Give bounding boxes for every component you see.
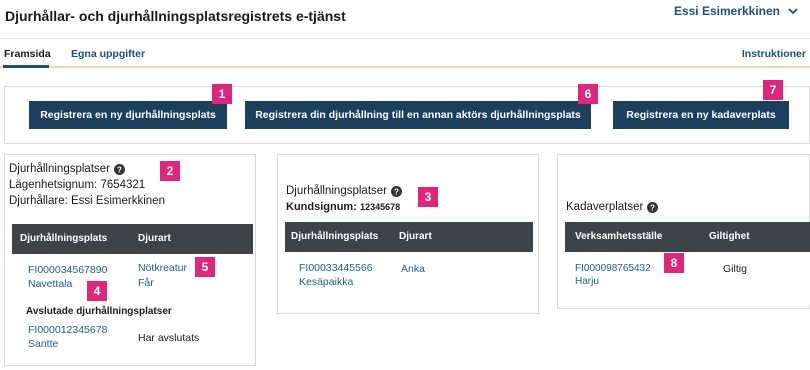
tab-framsida[interactable]: Framsida	[4, 48, 51, 60]
customer-id-label: Kundsignum:	[286, 201, 357, 213]
farm-id-line: Lägenhetsignum: 7654321	[9, 179, 145, 191]
card-carcass-title: Kadaverplatser ?	[566, 201, 659, 213]
farm-id-value: 7654321	[100, 179, 146, 191]
species-link[interactable]: Anka	[401, 263, 425, 275]
card-customer-places: Djurhållningsplatser ? Kundsignum: 12345…	[277, 154, 539, 314]
customer-id-line: Kundsignum: 12345678	[286, 201, 400, 213]
card-customer-title-text: Djurhållningsplatser	[286, 185, 387, 197]
help-icon[interactable]: ?	[647, 201, 659, 213]
keeper-label: Djurhållare:	[9, 195, 68, 207]
column-header: Djurart	[399, 231, 432, 242]
annotation-badge: 6	[578, 84, 598, 104]
help-icon[interactable]: ?	[391, 185, 402, 197]
annotation-badge: 8	[664, 253, 684, 273]
help-icon[interactable]: ?	[114, 163, 125, 175]
keeper-line: Djurhållare: Essi Esimerkkinen	[9, 195, 165, 207]
annotation-badge: 4	[87, 281, 107, 301]
app-title: Djurhållar- och djurhållningsplatsregist…	[5, 8, 346, 24]
top-bar: Djurhållar- och djurhållningsplatsregist…	[0, 0, 810, 38]
table-header: Verksamhetsställe Giltighet	[565, 222, 810, 252]
card-own-title: Djurhållningsplatser ?	[9, 163, 125, 175]
card-carcass-title-text: Kadaverplatser	[566, 201, 644, 213]
annotation-badge: 3	[418, 187, 438, 207]
place-name-link[interactable]: Kesäpaikka	[299, 276, 353, 288]
ended-place-name-link[interactable]: Santte	[28, 338, 58, 350]
register-carcass-place-button[interactable]: Registrera en ny kadaverplats	[613, 101, 789, 129]
annotation-badge: 1	[212, 84, 232, 104]
instructions-link[interactable]: Instruktioner	[742, 48, 806, 60]
column-header: Djurhållningsplats	[291, 231, 379, 242]
column-header: Giltighet	[709, 231, 750, 242]
active-tab-indicator	[3, 65, 49, 68]
column-header: Djurhållningsplats	[20, 233, 108, 244]
column-header: Djurart	[138, 233, 171, 244]
ended-place-id-link[interactable]: FI000012345678	[28, 324, 107, 336]
chevron-down-icon[interactable]	[786, 4, 800, 18]
keeper-value: Essi Esimerkkinen	[71, 195, 165, 207]
species-link[interactable]: Får	[138, 277, 154, 289]
annotation-badge: 5	[195, 257, 215, 277]
validity-value: Giltig	[723, 263, 747, 275]
card-own-title-text: Djurhållningsplatser	[9, 163, 110, 175]
customer-id-value: 12345678	[360, 202, 401, 212]
carcass-name-link[interactable]: Harju	[575, 276, 599, 287]
register-place-button[interactable]: Registrera en ny djurhållningsplats	[29, 101, 227, 129]
card-own-places: Djurhållningsplatser ? Lägenhetsignum: 7…	[4, 154, 256, 366]
column-header: Verksamhetsställe	[575, 231, 663, 242]
svg-text:?: ?	[117, 165, 122, 174]
table-body: FI00033445566 Kesäpaikka Anka	[285, 252, 533, 308]
annotation-badge: 7	[763, 80, 783, 100]
card-carcass-places: Kadaverplatser ? Verksamhetsställe Gilti…	[557, 154, 810, 309]
place-id-link[interactable]: FI000034567890	[28, 264, 107, 276]
main-nav: Framsida Egna uppgifter Instruktioner	[0, 38, 810, 68]
svg-text:?: ?	[650, 203, 655, 212]
user-menu[interactable]: Essi Esimerkkinen	[674, 4, 800, 18]
annotation-badge: 2	[160, 161, 180, 181]
tab-egna-uppgifter[interactable]: Egna uppgifter	[71, 48, 145, 60]
carcass-id-link[interactable]: FI000098765432	[575, 263, 651, 274]
place-name-link[interactable]: Navettala	[28, 278, 72, 290]
user-name[interactable]: Essi Esimerkkinen	[674, 4, 780, 18]
action-panel: Registrera en ny djurhållningsplats Regi…	[4, 86, 810, 144]
table-body: FI000098765432 Harju Giltig	[565, 252, 810, 304]
place-id-link[interactable]: FI00033445566	[299, 262, 373, 274]
ended-places-heading: Avslutade djurhållningsplatser	[26, 306, 172, 317]
farm-id-label: Lägenhetsignum:	[9, 179, 98, 191]
svg-text:?: ?	[394, 187, 399, 196]
table-body: FI000034567890 Navettala Nötkreatur Får …	[12, 254, 253, 364]
ended-status: Har avslutats	[138, 332, 200, 344]
register-other-operator-button[interactable]: Registrera din djurhållning till en anna…	[245, 101, 591, 129]
table-header: Djurhållningsplats Djurart	[12, 224, 253, 254]
table-header: Djurhållningsplats Djurart	[285, 222, 533, 252]
card-customer-title: Djurhållningsplatser ?	[286, 185, 402, 197]
species-link[interactable]: Nötkreatur	[138, 262, 187, 274]
